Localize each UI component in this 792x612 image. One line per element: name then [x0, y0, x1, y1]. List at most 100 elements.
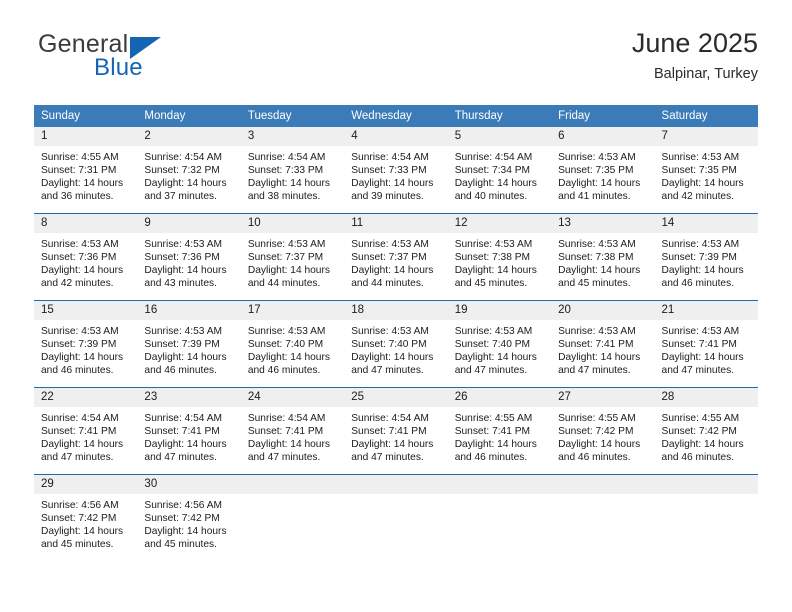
calendar-day-cell[interactable]: 3 Sunrise: 4:54 AM Sunset: 7:33 PM Daylight…: [240, 127, 345, 214]
day-sunset-text: Sunset: 7:33 PM: [247, 165, 324, 177]
day-number: 24: [240, 388, 345, 407]
calendar-day-cell[interactable]: 8 Sunrise: 4:53 AM Sunset: 7:36 PM Daylight…: [34, 213, 138, 301]
day-details: Sunrise: 4:56 AM Sunset: 7:42 PM Daylight:…: [137, 494, 240, 551]
day-number: 14: [654, 214, 758, 233]
calendar-day-cell[interactable]: 19 Sunrise: 4:53 AM Sunset: 7:40 PM Dayligh…: [447, 300, 552, 388]
calendar-day-cell[interactable]: 16 Sunrise: 4:53 AM Sunset: 7:39 PM Dayligh…: [137, 300, 241, 388]
day-sunrise-text: Sunrise: 4:53 AM: [454, 326, 533, 337]
day-daylight-line2-text: and 36 minutes.: [41, 191, 114, 203]
calendar-day-cell[interactable]: 13 Sunrise: 4:53 AM Sunset: 7:38 PM Dayligh…: [551, 213, 655, 301]
day-sunset-text: Sunset: 7:38 PM: [454, 252, 531, 264]
day-sunrise-text: Sunrise: 4:55 AM: [661, 413, 740, 424]
calendar-day-cell[interactable]: 4 Sunrise: 4:54 AM Sunset: 7:33 PM Daylight…: [344, 127, 448, 214]
calendar-day-cell[interactable]: 24 Sunrise: 4:54 AM Sunset: 7:41 PM Dayligh…: [240, 387, 345, 475]
calendar-day-cell[interactable]: 17 Sunrise: 4:53 AM Sunset: 7:40 PM Dayligh…: [240, 300, 345, 388]
day-sunset-text: Sunset: 7:36 PM: [41, 252, 117, 264]
calendar-day-cell[interactable]: 29 Sunrise: 4:56 AM Sunset: 7:42 PM Dayligh…: [34, 474, 138, 561]
calendar-day-cell[interactable]: 27 Sunrise: 4:55 AM Sunset: 7:42 PM Dayligh…: [551, 387, 655, 475]
day-daylight-line1-text: Daylight: 14 hours: [351, 439, 434, 451]
day-daylight-line2-text: and 47 minutes.: [558, 365, 631, 377]
page-title: June 2025: [631, 28, 758, 58]
day-daylight-line1-text: Daylight: 14 hours: [454, 439, 537, 451]
day-details: Sunrise: 4:54 AM Sunset: 7:41 PM Daylight:…: [344, 407, 447, 464]
calendar-day-cell[interactable]: 30 Sunrise: 4:56 AM Sunset: 7:42 PM Dayligh…: [137, 474, 241, 561]
day-daylight-line1-text: Daylight: 14 hours: [144, 439, 227, 451]
day-details: Sunrise: 4:54 AM Sunset: 7:32 PM Daylight:…: [137, 146, 240, 203]
day-sunrise-text: Sunrise: 4:56 AM: [41, 500, 119, 511]
day-daylight-line2-text: and 43 minutes.: [144, 278, 217, 290]
calendar-day-cell[interactable]: 7 Sunrise: 4:53 AM Sunset: 7:35 PM Daylight…: [654, 127, 758, 214]
title-block: June 2025 Balpinar, Turkey: [632, 28, 758, 83]
logo-text-blue: Blue: [94, 54, 143, 81]
day-daylight-line1-text: Daylight: 14 hours: [41, 178, 124, 190]
day-number: 15: [34, 301, 138, 320]
day-sunrise-text: Sunrise: 4:54 AM: [41, 413, 119, 424]
day-daylight-line2-text: and 45 minutes.: [144, 539, 217, 551]
day-number: 25: [344, 388, 448, 407]
month-calendar-table: Sunday Monday Tuesday Wednesday Thursday…: [34, 105, 758, 561]
day-sunrise-text: Sunrise: 4:53 AM: [41, 239, 119, 250]
day-daylight-line2-text: and 41 minutes.: [558, 191, 631, 203]
day-daylight-line1-text: Daylight: 14 hours: [247, 352, 330, 364]
calendar-day-cell[interactable]: 1 Sunrise: 4:55 AM Sunset: 7:31 PM Daylight…: [34, 127, 138, 214]
calendar-day-cell[interactable]: 12 Sunrise: 4:53 AM Sunset: 7:38 PM Dayligh…: [447, 213, 552, 301]
day-sunrise-text: Sunrise: 4:55 AM: [41, 152, 119, 163]
calendar-day-cell[interactable]: 2 Sunrise: 4:54 AM Sunset: 7:32 PM Daylight…: [137, 127, 241, 214]
day-number: 6: [551, 127, 655, 146]
day-sunset-text: Sunset: 7:35 PM: [661, 165, 737, 177]
calendar-day-cell[interactable]: 6 Sunrise: 4:53 AM Sunset: 7:35 PM Daylight…: [551, 127, 655, 214]
day-number: 11: [344, 214, 448, 233]
day-daylight-line1-text: Daylight: 14 hours: [558, 178, 641, 190]
day-number: 20: [551, 301, 655, 320]
calendar-day-cell[interactable]: 21 Sunrise: 4:53 AM Sunset: 7:41 PM Dayligh…: [654, 300, 758, 388]
day-daylight-line2-text: and 46 minutes.: [41, 365, 114, 377]
day-sunset-text: Sunset: 7:41 PM: [247, 426, 324, 438]
day-number: 17: [240, 301, 345, 320]
calendar-day-cell[interactable]: 26 Sunrise: 4:55 AM Sunset: 7:41 PM Dayligh…: [447, 387, 552, 475]
calendar-day-cell[interactable]: 10 Sunrise: 4:53 AM Sunset: 7:37 PM Dayligh…: [240, 213, 345, 301]
day-number: 9: [137, 214, 241, 233]
day-daylight-line1-text: Daylight: 14 hours: [558, 265, 641, 277]
day-daylight-line1-text: Daylight: 14 hours: [144, 178, 227, 190]
weekday-header-wednesday: Wednesday: [344, 105, 448, 127]
calendar-day-cell[interactable]: 18 Sunrise: 4:53 AM Sunset: 7:40 PM Dayligh…: [344, 300, 448, 388]
weekday-header-thursday: Thursday: [447, 105, 552, 127]
calendar-day-cell[interactable]: 22 Sunrise: 4:54 AM Sunset: 7:41 PM Dayligh…: [34, 387, 138, 475]
day-sunrise-text: Sunrise: 4:55 AM: [558, 413, 636, 424]
day-sunset-text: Sunset: 7:39 PM: [41, 339, 117, 351]
calendar-day-cell[interactable]: 14 Sunrise: 4:53 AM Sunset: 7:39 PM Dayligh…: [654, 213, 758, 301]
page-header: General Blue June 2025 Balpinar, Turkey: [34, 28, 758, 98]
generalblue-logo[interactable]: General Blue: [34, 30, 274, 90]
calendar-day-cell[interactable]: 9 Sunrise: 4:53 AM Sunset: 7:36 PM Daylight…: [137, 213, 241, 301]
day-sunset-text: Sunset: 7:41 PM: [41, 426, 117, 438]
day-sunrise-text: Sunrise: 4:53 AM: [661, 326, 740, 337]
calendar-day-cell[interactable]: 20 Sunrise: 4:53 AM Sunset: 7:41 PM Dayligh…: [551, 300, 655, 388]
day-sunset-text: Sunset: 7:37 PM: [351, 252, 427, 264]
calendar-day-cell[interactable]: 15 Sunrise: 4:53 AM Sunset: 7:39 PM Dayligh…: [34, 300, 138, 388]
day-daylight-line1-text: Daylight: 14 hours: [247, 439, 330, 451]
calendar-day-cell[interactable]: 5 Sunrise: 4:54 AM Sunset: 7:34 PM Daylight…: [447, 127, 552, 214]
calendar-day-cell[interactable]: 28 Sunrise: 4:55 AM Sunset: 7:42 PM Dayligh…: [654, 387, 758, 475]
day-number: 22: [34, 388, 138, 407]
day-daylight-line2-text: and 47 minutes.: [247, 452, 321, 464]
day-daylight-line2-text: and 46 minutes.: [661, 278, 735, 290]
day-sunrise-text: Sunrise: 4:53 AM: [454, 239, 533, 250]
day-details: Sunrise: 4:53 AM Sunset: 7:39 PM Daylight:…: [655, 233, 758, 290]
day-sunrise-text: Sunrise: 4:53 AM: [661, 239, 740, 250]
day-daylight-line2-text: and 47 minutes.: [144, 452, 217, 464]
weekday-header-row: Sunday Monday Tuesday Wednesday Thursday…: [34, 105, 758, 127]
day-number: 29: [34, 475, 138, 494]
calendar-day-cell-empty: [447, 474, 552, 561]
page-subtitle-location: Balpinar, Turkey: [654, 66, 758, 83]
calendar-day-cell[interactable]: 23 Sunrise: 4:54 AM Sunset: 7:41 PM Dayligh…: [137, 387, 241, 475]
calendar-day-cell[interactable]: 11 Sunrise: 4:53 AM Sunset: 7:37 PM Dayligh…: [344, 213, 448, 301]
day-daylight-line2-text: and 45 minutes.: [454, 278, 528, 290]
day-daylight-line1-text: Daylight: 14 hours: [454, 352, 537, 364]
day-daylight-line1-text: Daylight: 14 hours: [144, 265, 227, 277]
day-details: Sunrise: 4:55 AM Sunset: 7:42 PM Daylight:…: [655, 407, 758, 464]
weekday-header-saturday: Saturday: [654, 105, 758, 127]
day-details: Sunrise: 4:53 AM Sunset: 7:37 PM Daylight:…: [241, 233, 344, 290]
day-daylight-line2-text: and 47 minutes.: [351, 365, 424, 377]
day-sunset-text: Sunset: 7:33 PM: [351, 165, 427, 177]
calendar-day-cell[interactable]: 25 Sunrise: 4:54 AM Sunset: 7:41 PM Dayligh…: [344, 387, 448, 475]
